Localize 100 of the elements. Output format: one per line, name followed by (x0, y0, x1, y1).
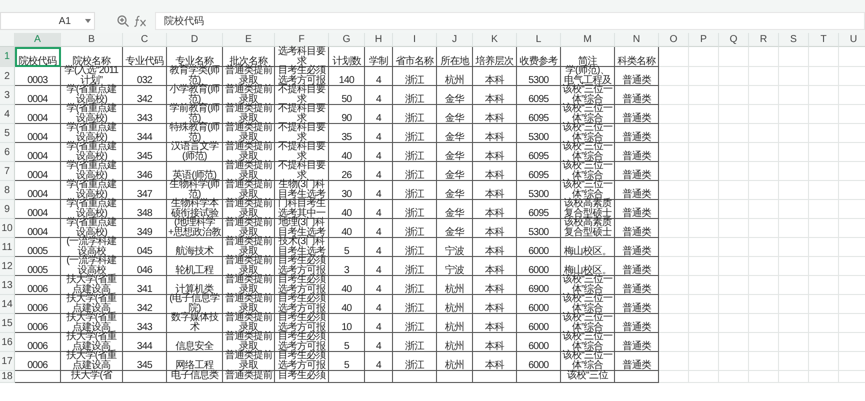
table-cell: 目考生必须选考方可报 (275, 257, 329, 276)
table-cell: 浙江 (393, 333, 437, 352)
column-header[interactable]: T (809, 33, 839, 47)
empty-cell[interactable] (517, 371, 561, 383)
row-header[interactable]: 7 (0, 162, 15, 181)
empty-cell[interactable] (615, 371, 659, 383)
empty-cell[interactable] (437, 371, 473, 383)
row-header[interactable]: 3 (0, 86, 15, 105)
table-cell: 341 (123, 276, 167, 295)
table-cell: 4 (365, 105, 393, 124)
table-cell: 046 (123, 257, 167, 276)
row-header[interactable]: 12 (0, 257, 15, 276)
table-cell: 普通类 (615, 257, 659, 276)
row-header[interactable]: 18 (0, 371, 15, 383)
table-cell: 0006 (15, 276, 61, 295)
column-header[interactable]: O (659, 33, 689, 47)
empty-cell[interactable] (393, 371, 437, 383)
table-cell: 40 (329, 200, 365, 219)
table-cell: 所在地 (437, 47, 473, 67)
row-header[interactable]: 8 (0, 181, 15, 200)
table-cell: 5 (329, 238, 365, 257)
row-header[interactable]: 16 (0, 333, 15, 352)
row-header[interactable]: 2 (0, 67, 15, 86)
table-cell: 5300 (517, 181, 561, 200)
zoom-icon[interactable] (117, 15, 129, 27)
table-cell: 本科 (473, 105, 517, 124)
select-all-corner[interactable] (0, 33, 15, 47)
table-cell: (地理科学+思想政治教 (167, 219, 223, 238)
table-cell: 普通类 (615, 219, 659, 238)
table-cell: 计划数 (329, 47, 365, 67)
empty-cell[interactable] (473, 371, 517, 383)
table-cell: 0006 (15, 333, 61, 352)
column-header[interactable]: E (223, 33, 275, 47)
column-header[interactable]: M (561, 33, 615, 47)
row-header[interactable]: 15 (0, 314, 15, 333)
column-header[interactable]: J (437, 33, 473, 47)
column-header[interactable]: L (517, 33, 561, 47)
table-cell: 普通类 (615, 352, 659, 371)
empty-cell[interactable] (123, 371, 167, 383)
table-cell: 学制 (365, 47, 393, 67)
empty-cell[interactable] (329, 371, 365, 383)
table-cell: 4 (365, 67, 393, 86)
table-cell: 该校“三位 (561, 371, 615, 383)
table-cell: 345 (123, 143, 167, 162)
column-header[interactable]: U (839, 33, 865, 47)
column-header[interactable]: P (689, 33, 719, 47)
table-cell: 目考生必须选考方可报 (275, 295, 329, 314)
row-header[interactable]: 9 (0, 200, 15, 219)
column-header[interactable]: Q (719, 33, 749, 47)
row-header[interactable]: 5 (0, 124, 15, 143)
table-cell: 0004 (15, 86, 61, 105)
row-header[interactable]: 4 (0, 105, 15, 124)
table-cell: 344 (123, 124, 167, 143)
empty-cell[interactable] (365, 371, 393, 383)
table-cell: 4 (365, 200, 393, 219)
table-cell: 普通类 (615, 276, 659, 295)
table-cell: 0006 (15, 295, 61, 314)
row-header[interactable]: 6 (0, 143, 15, 162)
table-cell: 10 (329, 314, 365, 333)
column-header[interactable]: H (365, 33, 393, 47)
table-cell: 浙江 (393, 352, 437, 371)
column-header[interactable]: G (329, 33, 365, 47)
caret-icon[interactable] (85, 19, 91, 23)
row-header[interactable]: 14 (0, 295, 15, 314)
table-cell: 信息安全 (167, 333, 223, 352)
table-cell: 本科 (473, 181, 517, 200)
column-header[interactable]: R (749, 33, 779, 47)
table-cell: 浙江 (393, 295, 437, 314)
column-header[interactable]: I (393, 33, 437, 47)
table-cell: 344 (123, 333, 167, 352)
table-cell: 4 (365, 181, 393, 200)
table-cell: 杭州 (437, 276, 473, 295)
table-cell: 普通类 (615, 238, 659, 257)
table-cell: 地理(3门科目考生选考 (275, 219, 329, 238)
table-cell: 浙江 (393, 86, 437, 105)
table-cell: 目考生必须选考方可报 (275, 333, 329, 352)
column-header[interactable]: S (779, 33, 809, 47)
row-header[interactable]: 10 (0, 219, 15, 238)
column-header[interactable]: F (275, 33, 329, 47)
table-cell: 50 (329, 86, 365, 105)
table-cell: 0004 (15, 219, 61, 238)
function-icon[interactable] (134, 15, 147, 27)
table-cell: 0006 (15, 352, 61, 371)
table-cell: 6000 (517, 257, 561, 276)
column-header[interactable]: C (123, 33, 167, 47)
table-cell: 专业代码 (123, 47, 167, 67)
row-header[interactable]: 11 (0, 238, 15, 257)
column-header[interactable]: K (473, 33, 517, 47)
column-header[interactable]: D (167, 33, 223, 47)
formula-field[interactable]: 院校代码 (155, 12, 865, 30)
row-header[interactable]: 17 (0, 352, 15, 371)
row-header[interactable]: 13 (0, 276, 15, 295)
table-cell: 4 (365, 124, 393, 143)
table-cell: 4 (365, 257, 393, 276)
table-cell: 6000 (517, 295, 561, 314)
column-header[interactable]: N (615, 33, 659, 47)
column-header[interactable]: B (61, 33, 123, 47)
name-box[interactable]: A1 (0, 12, 95, 30)
table-cell: 浙江 (393, 124, 437, 143)
table-cell: 6095 (517, 200, 561, 219)
